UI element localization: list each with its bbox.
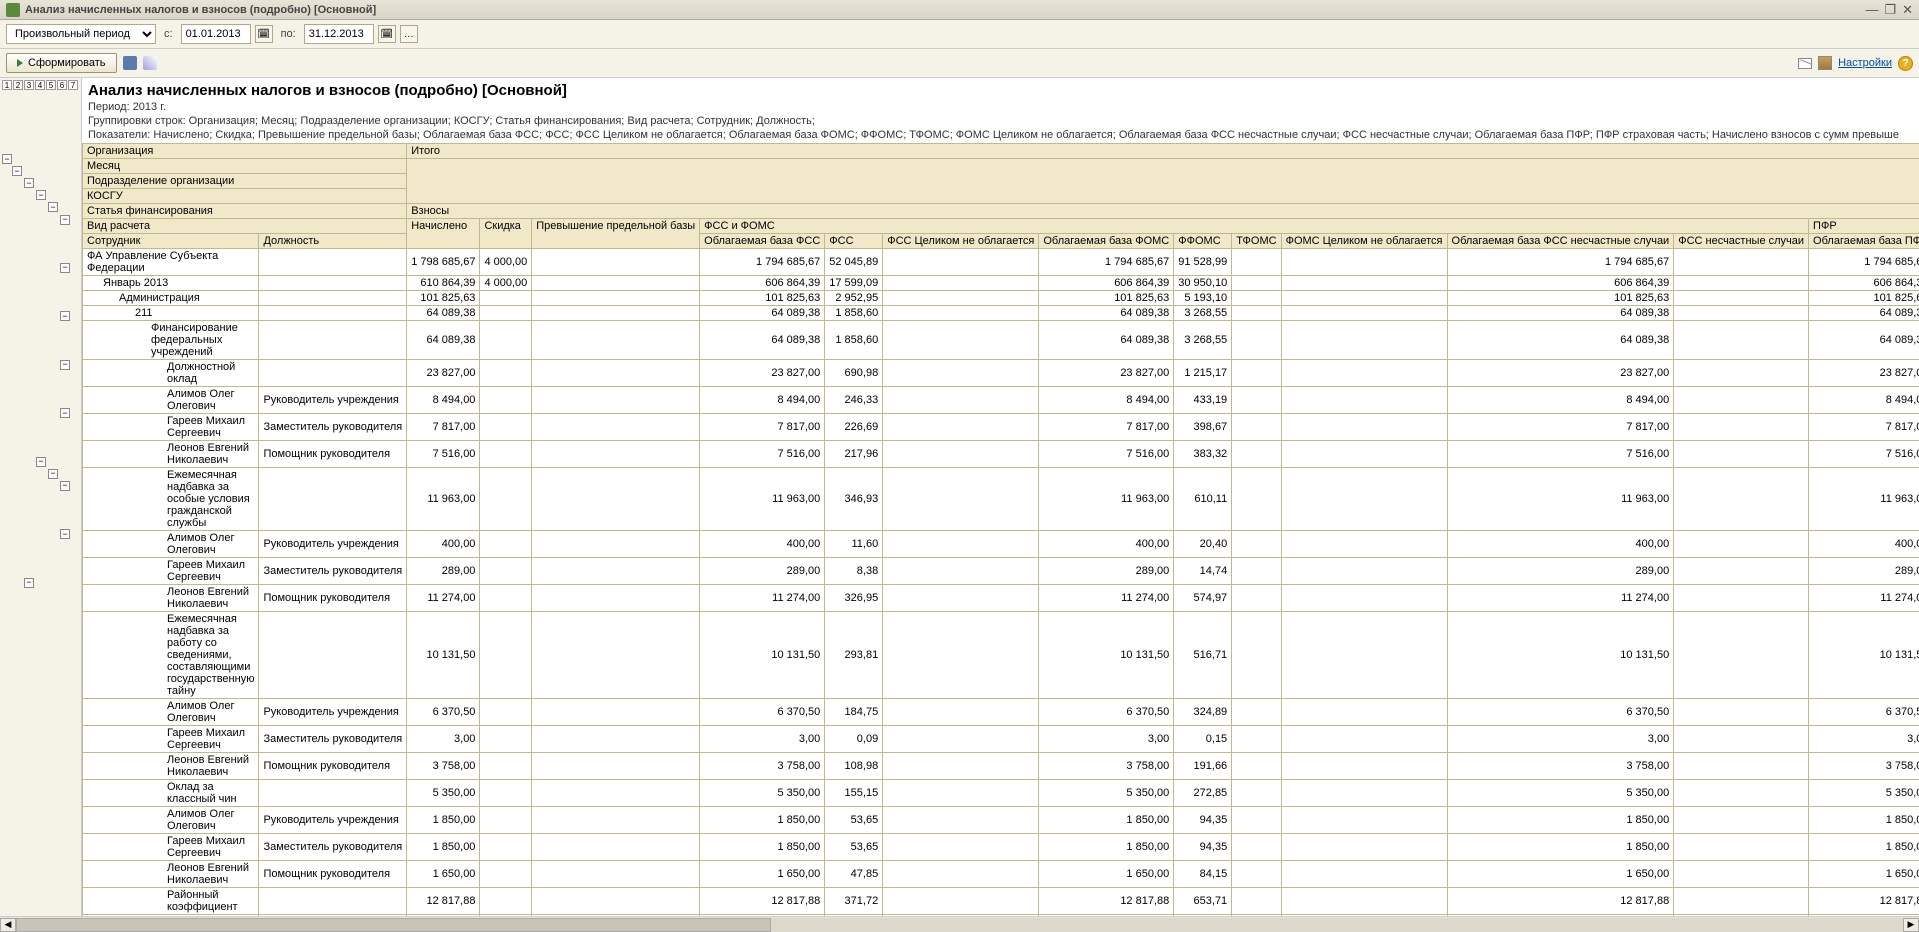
scroll-right-button[interactable]: ▶ (1903, 918, 1919, 932)
maximize-button[interactable]: ❐ (1884, 2, 1896, 18)
date-from-input[interactable] (181, 24, 251, 44)
table-row[interactable]: Алимов Олег ОлеговичРуководитель учрежде… (83, 387, 1919, 414)
save-icon[interactable] (123, 56, 137, 70)
outline-collapse-button[interactable]: − (60, 408, 70, 418)
table-row[interactable]: Леонов Евгений НиколаевичПомощник руково… (83, 861, 1919, 888)
table-row[interactable]: Алимов Олег ОлеговичРуководитель учрежде… (83, 915, 1919, 917)
app-icon (6, 3, 20, 17)
label-from: с: (160, 28, 177, 40)
level-3[interactable]: 3 (24, 80, 34, 90)
table-row[interactable]: Районный коэффициент12 817,8812 817,8837… (83, 888, 1919, 915)
report-period: Период: 2013 г. (82, 101, 1919, 115)
minimize-button[interactable]: — (1865, 2, 1878, 18)
table-row[interactable]: Алимов Олег ОлеговичРуководитель учрежде… (83, 699, 1919, 726)
outline-tree: −−−−−−−−−−−−−−− (2, 94, 79, 734)
outline-collapse-button[interactable]: − (24, 578, 34, 588)
outline-collapse-button[interactable]: − (2, 154, 12, 164)
table-row[interactable]: Алимов Олег ОлеговичРуководитель учрежде… (83, 531, 1919, 558)
outline-collapse-button[interactable]: − (60, 529, 70, 539)
outline-collapse-button[interactable]: − (36, 190, 46, 200)
action-toolbar: Сформировать Настройки ? (0, 49, 1919, 78)
wizard-icon[interactable] (143, 56, 157, 70)
level-7[interactable]: 7 (68, 80, 78, 90)
report-groups: Группировки строк: Организация; Месяц; П… (82, 115, 1919, 129)
date-to-calendar-icon[interactable]: 🗓 (378, 25, 396, 43)
level-4[interactable]: 4 (35, 80, 45, 90)
scroll-left-button[interactable]: ◀ (0, 918, 16, 932)
table-row[interactable]: Ежемесячная надбавка за работу со сведен… (83, 612, 1919, 699)
outline-collapse-button[interactable]: − (36, 457, 46, 467)
table-row[interactable]: Администрация101 825,63101 825,632 952,9… (83, 291, 1919, 306)
outline-collapse-button[interactable]: − (60, 360, 70, 370)
outline-panel: 1234567 −−−−−−−−−−−−−−− (0, 78, 82, 916)
outline-collapse-button[interactable]: − (60, 263, 70, 273)
table-icon[interactable] (1818, 56, 1832, 70)
table-row[interactable]: Леонов Евгений НиколаевичПомощник руково… (83, 585, 1919, 612)
level-2[interactable]: 2 (13, 80, 23, 90)
outline-collapse-button[interactable]: − (24, 178, 34, 188)
table-row[interactable]: Гареев Михаил СергеевичЗаместитель руков… (83, 726, 1919, 753)
level-1[interactable]: 1 (2, 80, 12, 90)
date-to-input[interactable] (304, 24, 374, 44)
titlebar: Анализ начисленных налогов и взносов (по… (0, 0, 1919, 20)
outline-levels: 1234567 (2, 80, 79, 90)
table-row[interactable]: Гареев Михаил СергеевичЗаместитель руков… (83, 414, 1919, 441)
outline-collapse-button[interactable]: − (60, 481, 70, 491)
outline-collapse-button[interactable]: − (60, 215, 70, 225)
table-row[interactable]: 21164 089,3864 089,381 858,6064 089,383 … (83, 306, 1919, 321)
play-icon (17, 59, 23, 67)
outline-collapse-button[interactable]: − (12, 166, 22, 176)
date-from-calendar-icon[interactable]: 🗓 (255, 25, 273, 43)
table-row[interactable]: ФА Управление Субъекта Федерации1 798 68… (83, 249, 1919, 276)
help-icon[interactable]: ? (1898, 56, 1913, 71)
table-row[interactable]: Алимов Олег ОлеговичРуководитель учрежде… (83, 807, 1919, 834)
table-row[interactable]: Леонов Евгений НиколаевичПомощник руково… (83, 753, 1919, 780)
mail-icon[interactable] (1798, 58, 1812, 69)
report-indicators: Показатели: Начислено; Скидка; Превышени… (82, 129, 1919, 143)
table-row[interactable]: Гареев Михаил СергеевичЗаместитель руков… (83, 834, 1919, 861)
outline-collapse-button[interactable]: − (48, 202, 58, 212)
report-table: Организация Итого Месяц Подразделение ор… (82, 143, 1919, 916)
settings-link[interactable]: Настройки (1838, 57, 1892, 69)
table-row[interactable]: Должностной оклад23 827,0023 827,00690,9… (83, 360, 1919, 387)
report-area[interactable]: Анализ начисленных налогов и взносов (по… (82, 78, 1919, 916)
period-more-button[interactable]: … (400, 25, 418, 43)
close-button[interactable]: ✕ (1902, 2, 1913, 18)
table-row[interactable]: Ежемесячная надбавка за особые условия г… (83, 468, 1919, 531)
scroll-thumb[interactable] (16, 918, 771, 932)
label-to: по: (277, 28, 300, 40)
generate-button-label: Сформировать (28, 57, 106, 69)
period-toolbar: Произвольный период с: 🗓 по: 🗓 … (0, 20, 1919, 49)
table-row[interactable]: Леонов Евгений НиколаевичПомощник руково… (83, 441, 1919, 468)
table-row[interactable]: Гареев Михаил СергеевичЗаместитель руков… (83, 558, 1919, 585)
outline-collapse-button[interactable]: − (48, 469, 58, 479)
report-title: Анализ начисленных налогов и взносов (по… (82, 78, 1919, 101)
outline-collapse-button[interactable]: − (60, 311, 70, 321)
table-row[interactable]: Оклад за классный чин5 350,005 350,00155… (83, 780, 1919, 807)
window-title: Анализ начисленных налогов и взносов (по… (25, 4, 1865, 16)
generate-button[interactable]: Сформировать (6, 53, 117, 73)
horizontal-scrollbar[interactable]: ◀ ▶ (0, 916, 1919, 932)
period-select[interactable]: Произвольный период (6, 24, 156, 44)
level-6[interactable]: 6 (57, 80, 67, 90)
level-5[interactable]: 5 (46, 80, 56, 90)
table-row[interactable]: Январь 2013610 864,394 000,00606 864,391… (83, 276, 1919, 291)
table-row[interactable]: Финансирование федеральных учреждений64 … (83, 321, 1919, 360)
scroll-track[interactable] (16, 918, 1903, 932)
